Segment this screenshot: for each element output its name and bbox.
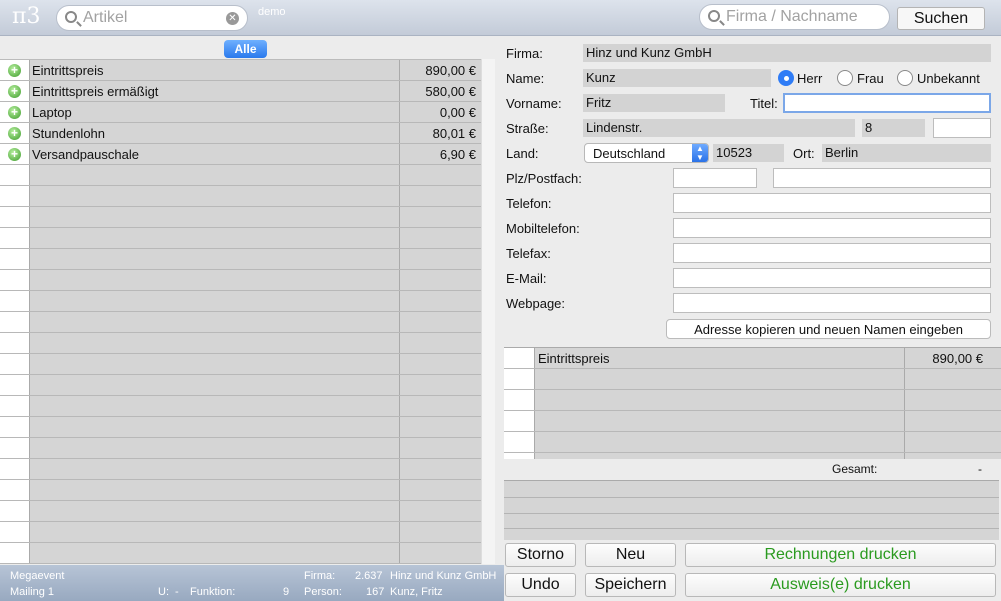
undo-button[interactable]: Undo [505,573,576,597]
radio-frau-label: Frau [857,71,884,86]
add-icon[interactable]: + [8,127,21,140]
add-icon[interactable]: + [8,148,21,161]
postfach-plz-input[interactable] [673,168,757,188]
article-price: 0,00 € [439,105,476,120]
copy-address-button[interactable]: Adresse kopieren und neuen Namen eingebe… [666,319,991,339]
ort-field[interactable]: Berlin [822,144,991,162]
radio-herr-label: Herr [797,71,823,86]
name-label: Name: [506,71,545,86]
storno-button[interactable]: Storno [505,543,576,567]
article-name: Eintrittspreis ermäßigt [32,84,159,99]
person-count: 167 [366,586,385,598]
firma-label: Firma: [304,570,336,582]
company-search[interactable] [699,4,890,30]
search-button[interactable]: Suchen [897,7,985,30]
article-price: 80,01 € [432,126,476,141]
strasse-field[interactable]: Lindenstr. [583,119,855,137]
mobil-input[interactable] [673,218,991,238]
article-name: Laptop [32,105,72,120]
mailing-name: Mailing 1 [10,586,55,598]
add-icon[interactable]: + [8,106,21,119]
radio-frau[interactable] [837,70,853,86]
status-bar: Megaevent Mailing 1 U: - Funktion: 9 Fir… [0,565,504,601]
article-row[interactable]: + Stundenlohn 80,01 € [0,123,481,144]
postfach-label: Plz/Postfach: [506,171,582,186]
email-label: E-Mail: [506,271,547,286]
chevron-updown-icon: ▲ ▼ [692,144,708,162]
article-search[interactable]: ✕ [56,5,248,31]
order-table: Eintrittspreis 890,00 € [504,347,1001,459]
firma-field[interactable]: Hinz und Kunz GmbH [583,44,991,62]
mode-label: demo [258,6,286,18]
article-price: 890,00 € [425,63,476,78]
u-value: - [175,586,179,598]
land-select[interactable]: Deutschland ▲ ▼ [584,143,709,163]
order-row[interactable]: Eintrittspreis 890,00 € [504,348,1001,369]
titel-input[interactable] [783,93,991,113]
webpage-label: Webpage: [506,296,566,311]
article-price: 6,90 € [439,147,476,162]
article-name: Versandpauschale [32,147,139,162]
article-row[interactable]: + Eintrittspreis 890,00 € [0,60,481,81]
payment-list [504,480,999,540]
article-table: + Eintrittspreis 890,00 € + Eintrittspreis e… [0,59,481,564]
vorname-field[interactable]: Fritz [583,94,725,112]
article-name: Stundenlohn [32,126,106,141]
article-row[interactable]: + Laptop 0,00 € [0,102,481,123]
search-icon [708,10,720,22]
order-item-name: Eintrittspreis [538,351,610,366]
filter-all-button[interactable]: Alle [224,40,267,58]
name-field[interactable]: Kunz [583,69,771,87]
telefon-label: Telefon: [506,196,552,211]
telefon-input[interactable] [673,193,991,213]
u-label: U: [158,586,169,598]
ort-label: Ort: [793,146,815,161]
article-row[interactable]: + Eintrittspreis ermäßigt 580,00 € [0,81,481,102]
email-input[interactable] [673,268,991,288]
company-search-input[interactable] [726,8,884,26]
add-icon[interactable]: + [8,85,21,98]
print-invoices-button[interactable]: Rechnungen drucken [685,543,996,567]
radio-unbekannt[interactable] [897,70,913,86]
order-item-price: 890,00 € [932,351,983,366]
radio-herr[interactable] [778,70,794,86]
article-price: 580,00 € [425,84,476,99]
telefax-label: Telefax: [506,246,551,261]
search-icon [65,11,77,23]
print-badges-button[interactable]: Ausweis(e) drucken [685,573,996,597]
person-name: Kunz, Fritz [390,586,443,598]
hausnummer-field[interactable]: 8 [862,119,925,137]
firma-count: 2.637 [355,570,383,582]
strasse-label: Straße: [506,121,549,136]
total-label: Gesamt: [832,462,878,476]
telefax-input[interactable] [673,243,991,263]
article-table-scrollbar[interactable] [481,59,495,564]
vorname-label: Vorname: [506,96,562,111]
event-name: Megaevent [10,570,65,582]
land-label: Land: [506,146,539,161]
total-value: - [978,462,982,476]
app-logo: π3 [12,4,41,29]
webpage-input[interactable] [673,293,991,313]
funktion-value: 9 [283,586,290,598]
titel-label: Titel: [750,96,778,111]
radio-unbekannt-label: Unbekannt [917,71,980,86]
person-label: Person: [304,586,342,598]
article-row[interactable]: + Versandpauschale 6,90 € [0,144,481,165]
article-name: Eintrittspreis [32,63,104,78]
firma-label: Firma: [506,46,543,61]
firma-name: Hinz und Kunz GmbH [390,570,497,582]
mobil-label: Mobiltelefon: [506,221,580,236]
land-select-value: Deutschland [593,146,666,161]
funktion-label: Funktion: [190,586,236,598]
plz-field[interactable]: 10523 [713,144,784,162]
article-search-input[interactable] [83,9,218,27]
zusatz-input[interactable] [933,118,991,138]
clear-icon[interactable]: ✕ [226,12,239,25]
neu-button[interactable]: Neu [585,543,676,567]
postfach-input[interactable] [773,168,991,188]
save-button[interactable]: Speichern [585,573,676,597]
add-icon[interactable]: + [8,64,21,77]
